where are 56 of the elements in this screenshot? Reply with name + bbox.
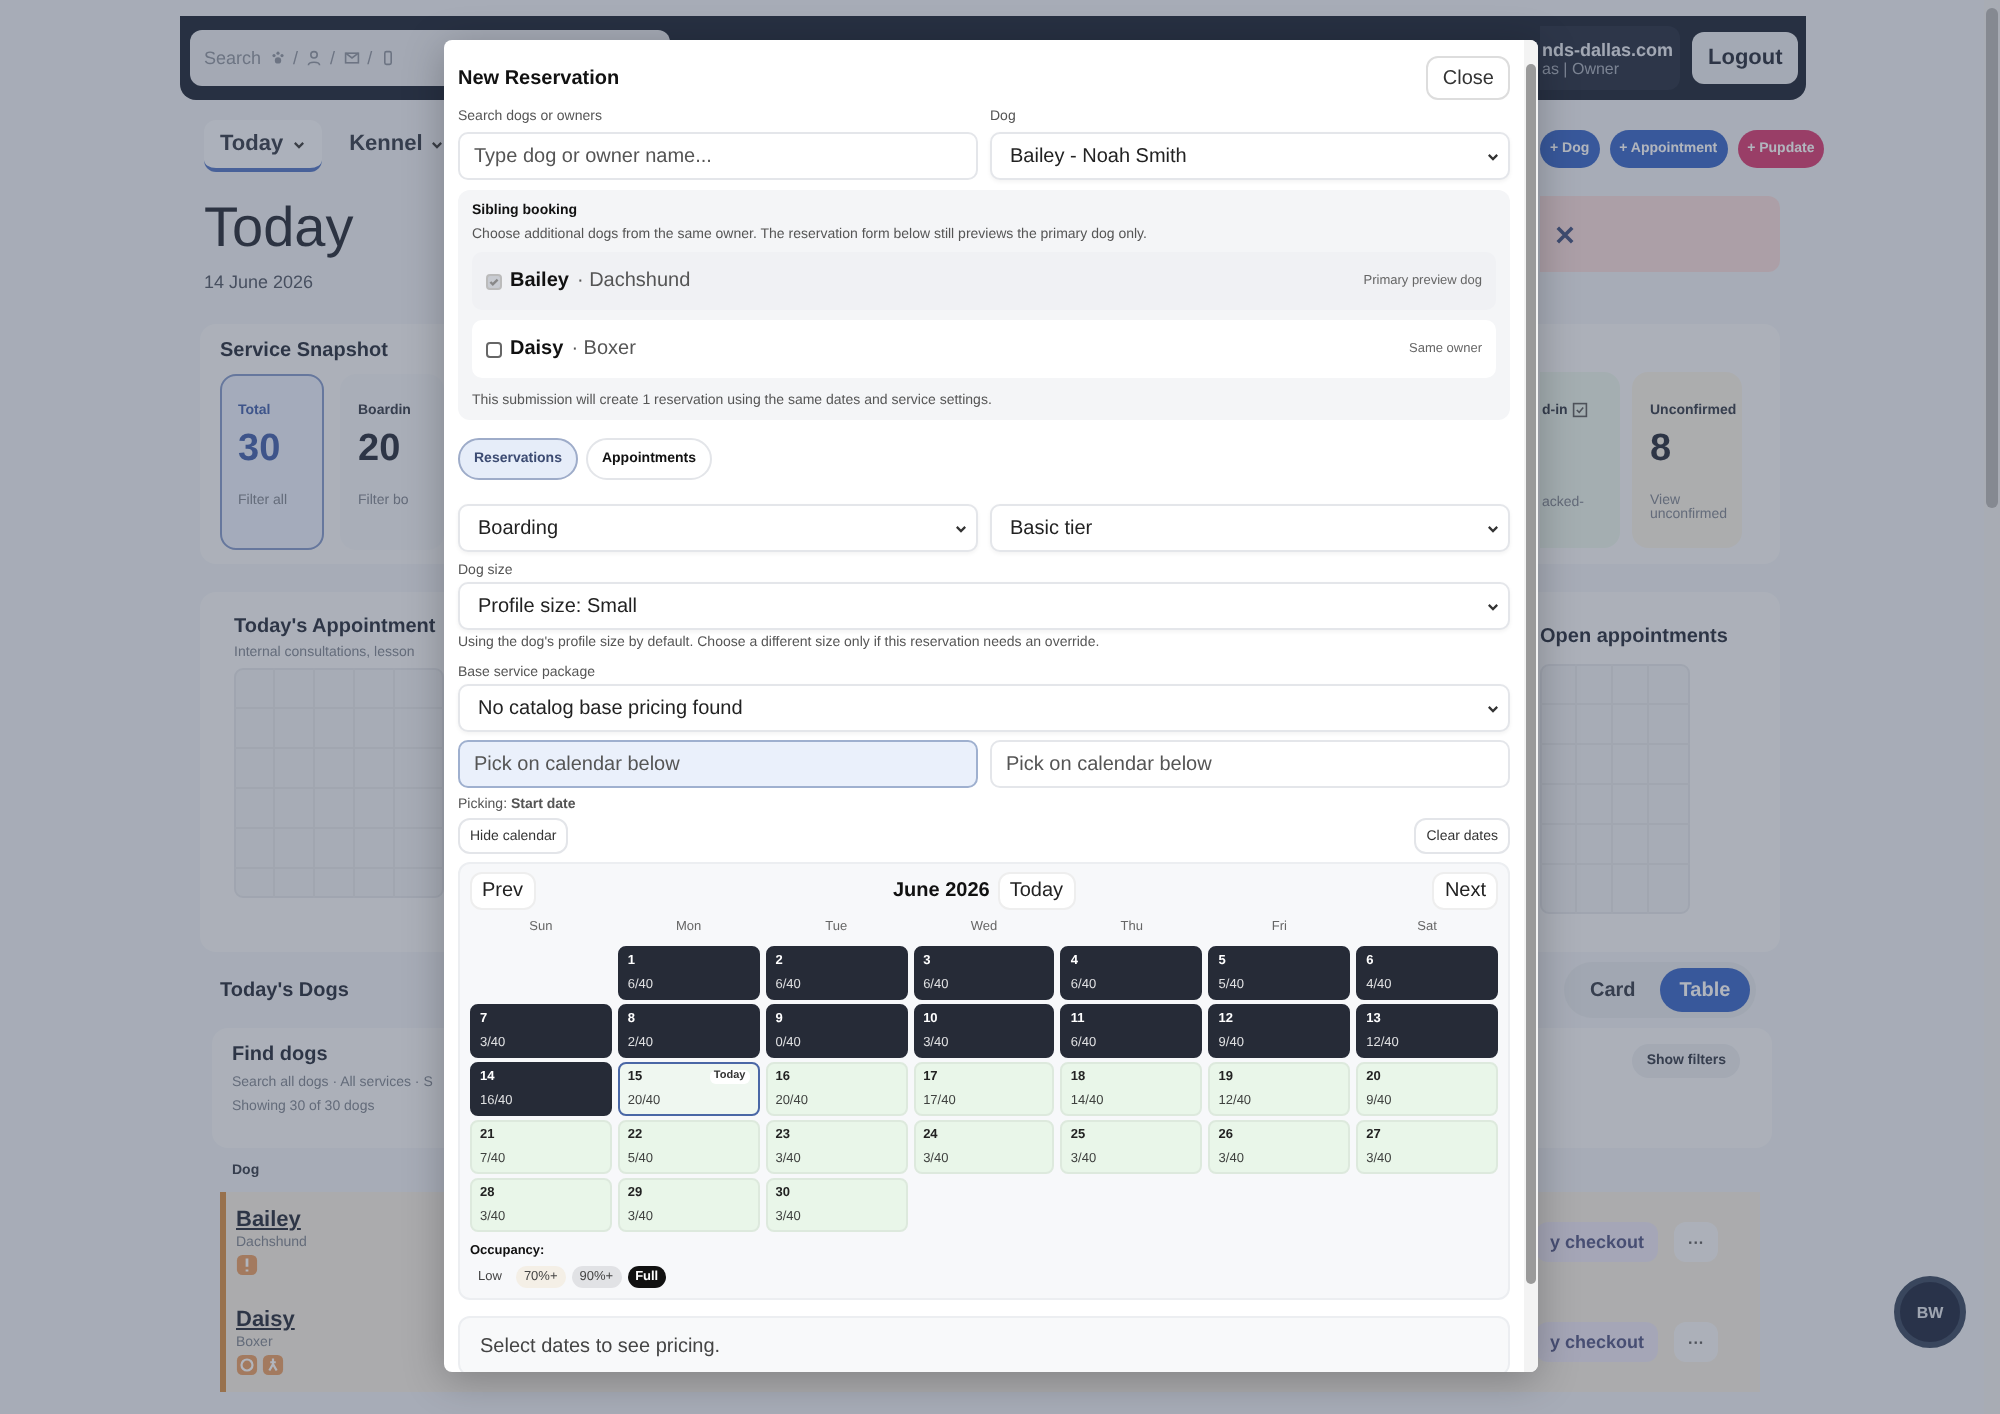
breed-text: · Boxer: [571, 338, 636, 360]
checkbox[interactable]: [486, 341, 502, 357]
figure-tag-icon: [262, 1354, 284, 1376]
chevron-down-icon: [954, 521, 968, 535]
chevron-down-icon: [1486, 149, 1500, 163]
phone-icon: [380, 50, 397, 66]
bowl-tag-icon: [236, 1354, 258, 1376]
mail-icon: [343, 50, 360, 66]
section-title: Service Snapshot: [220, 340, 390, 362]
dialog-scrollbar[interactable]: [1524, 40, 1538, 1372]
size-select[interactable]: Profile size: Small: [458, 582, 1510, 630]
close-icon[interactable]: [1556, 225, 1574, 243]
person-icon: [306, 50, 323, 66]
dog-select[interactable]: Bailey - Noah Smith: [990, 132, 1510, 180]
chevron-down-icon: [430, 137, 445, 151]
separator: /: [293, 48, 299, 68]
dog-search-field[interactable]: Type dog or owner name...: [458, 132, 978, 180]
section-title: Today's Appointment: [234, 616, 438, 638]
pricing-box: Select dates to see pricing.: [458, 1316, 1510, 1372]
nav-tab[interactable]: Today: [204, 120, 322, 172]
section-title: Open appointments: [1540, 626, 1730, 648]
dog-name: Bailey: [510, 270, 569, 292]
logout-button[interactable]: Logout: [1692, 32, 1799, 84]
service-select[interactable]: Boarding: [458, 504, 978, 552]
checkbox-icon: [1571, 402, 1588, 418]
alert-tag-icon: [236, 1254, 258, 1276]
dog-name-link[interactable]: Daisy: [236, 1308, 424, 1332]
paw-icon: [269, 50, 286, 66]
month-title: June 2026: [892, 880, 990, 902]
date-text: 14 June 2026: [204, 272, 316, 292]
more-button[interactable]: ···: [1674, 1322, 1719, 1362]
dialog-title: New Reservation: [458, 67, 620, 89]
today-button[interactable]: Today: [997, 872, 1076, 910]
user-avatar-button[interactable]: BW: [1894, 1276, 1966, 1348]
chevron-down-icon: [1486, 521, 1500, 535]
next-button[interactable]: Next: [1432, 872, 1498, 910]
package-select[interactable]: No catalog base pricing found: [458, 684, 1510, 732]
dog-name-link[interactable]: Bailey: [236, 1208, 424, 1232]
chevron-down-icon: [291, 137, 306, 151]
section-title: Find dogs: [232, 1044, 330, 1066]
chevron-down-icon: [1486, 599, 1500, 613]
nav-tab[interactable]: Kennel: [333, 120, 461, 172]
section-title: Today's Dogs: [220, 979, 351, 1001]
separator: /: [367, 48, 373, 68]
close-button[interactable]: Close: [1426, 56, 1510, 100]
page-title: Today: [204, 196, 356, 260]
date-field[interactable]: Pick on calendar below: [458, 740, 978, 788]
more-button[interactable]: ···: [1674, 1222, 1719, 1262]
tier-select[interactable]: Basic tier: [990, 504, 1510, 552]
account-box[interactable]: nds-dallas.com as | Owner: [1540, 26, 1680, 90]
chevron-down-icon: [1486, 701, 1500, 715]
separator: /: [330, 48, 336, 68]
breed-text: · Dachshund: [576, 270, 691, 292]
prev-button[interactable]: Prev: [470, 872, 536, 910]
view-option[interactable]: Card: [1570, 968, 1656, 1012]
dog-name: Daisy: [510, 338, 564, 360]
